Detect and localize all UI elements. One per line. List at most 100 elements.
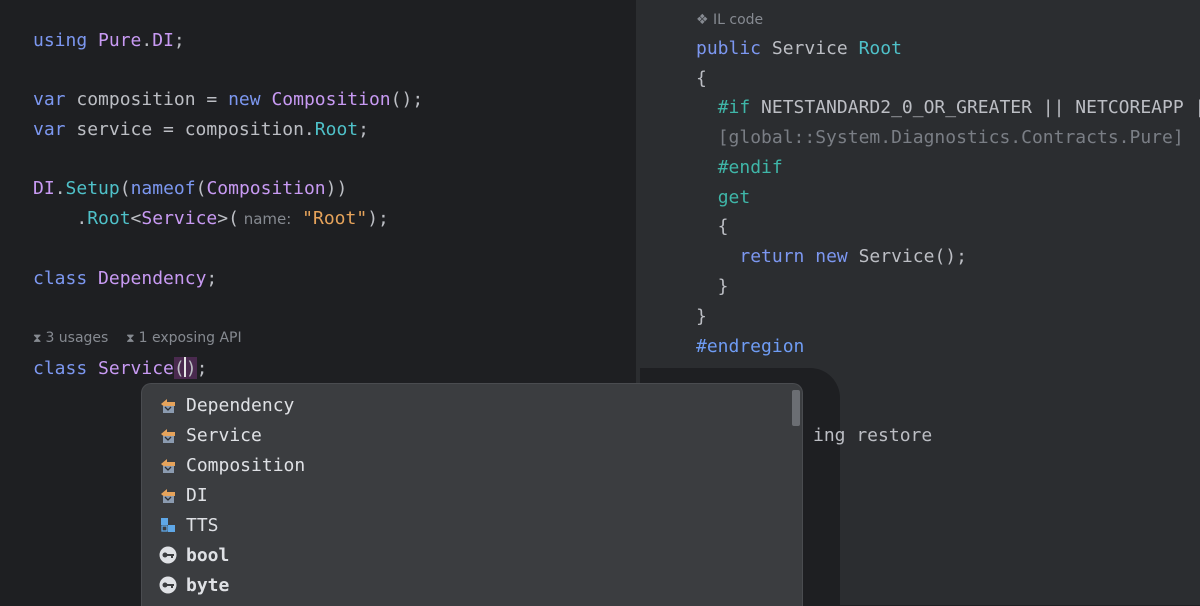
completion-item-label: DI	[186, 484, 208, 506]
punct: ();	[390, 89, 424, 110]
completion-item[interactable]: DI	[142, 480, 802, 510]
preprocessor: #endif	[717, 157, 783, 178]
completion-item[interactable]: TTS	[142, 510, 802, 540]
parameter-hint: name:	[238, 210, 292, 228]
code-text: ing restore	[813, 425, 933, 446]
completion-item[interactable]: Dependency	[142, 390, 802, 420]
code-line-root[interactable]: .Root<Service>( name: "Root");	[33, 208, 389, 229]
completion-item-label: TTS	[186, 514, 219, 536]
il-line: public Service Root	[696, 38, 902, 59]
punct: ;	[206, 268, 218, 289]
attribute: [global::System.Diagnostics.Contracts.Pu…	[717, 127, 1184, 148]
code-line-var-composition[interactable]: var composition = new Composition();	[33, 89, 423, 110]
keyword: class	[33, 358, 88, 379]
hourglass-icon: ⧗	[126, 331, 135, 345]
keyword: return	[739, 246, 805, 267]
code-text: composition =	[65, 89, 229, 110]
property: Root	[314, 119, 359, 140]
il-line: return new Service();	[696, 246, 967, 267]
hourglass-icon: ⧗	[33, 331, 42, 345]
usages-link[interactable]: ⧗ 3 usages	[33, 330, 108, 346]
completion-item[interactable]: byte	[142, 570, 802, 600]
code-line-service[interactable]: class Service();	[33, 357, 207, 379]
code-line-var-service[interactable]: var service = composition.Root;	[33, 119, 369, 140]
completion-item[interactable]: bool	[142, 540, 802, 570]
class-icon	[158, 485, 178, 505]
code-text: NETSTANDARD2_0_OR_GREATER || NETCOREAPP …	[750, 97, 1200, 118]
completion-list[interactable]: Dependency Service Composition DI TTS bool byt…	[142, 384, 802, 600]
keyword-icon	[158, 545, 178, 565]
class-name: Service	[141, 208, 218, 229]
completion-scrollbar[interactable]	[792, 390, 800, 426]
completion-item-label: Composition	[186, 454, 306, 476]
punct: .	[141, 30, 153, 51]
code-text: {	[696, 68, 707, 89]
il-line: #endif	[696, 157, 783, 178]
usages-label: 3 usages	[45, 330, 109, 346]
punct: >(	[217, 208, 239, 229]
il-line: }	[696, 306, 707, 327]
completion-item-label: byte	[186, 574, 230, 596]
preprocessor: #if	[717, 97, 751, 118]
code-text: {	[696, 216, 729, 237]
exposing-api-link[interactable]: ⧗ 1 exposing API	[126, 330, 241, 346]
namespace: Pure	[98, 30, 142, 51]
code-text: service = composition.	[65, 119, 315, 140]
il-line: #endregion	[696, 336, 804, 357]
keyword: var	[33, 119, 66, 140]
il-line-overflow: ing restore	[813, 425, 932, 446]
class-icon	[158, 395, 178, 415]
keyword: using	[33, 30, 99, 51]
completion-item[interactable]: Composition	[142, 450, 802, 480]
keyword-icon	[158, 575, 178, 595]
class-icon	[158, 425, 178, 445]
keyword: nameof	[130, 178, 196, 199]
punct: )	[185, 358, 197, 379]
string-literal: "Root"	[302, 208, 368, 229]
keyword: new	[815, 246, 848, 267]
keyword: public	[696, 38, 762, 59]
punct: (	[119, 178, 131, 199]
keyword: new	[228, 89, 261, 110]
method: Setup	[65, 178, 120, 199]
code-line-dependency[interactable]: class Dependency;	[33, 268, 217, 289]
code-text: .	[33, 208, 88, 229]
code-lens: ⧗ 3 usages ⧗ 1 exposing API	[33, 330, 242, 346]
class-name: Service	[98, 358, 174, 379]
completion-item-label: bool	[186, 544, 230, 566]
il-line: {	[696, 216, 729, 237]
paren-match: ()	[173, 357, 197, 379]
punct: .	[54, 178, 66, 199]
class-name: DI	[33, 178, 55, 199]
keyword: var	[33, 89, 66, 110]
code-text: }	[696, 306, 707, 327]
il-line: [global::System.Diagnostics.Contracts.Pu…	[696, 127, 1184, 148]
exposing-api-label: 1 exposing API	[138, 330, 242, 346]
code-line-using[interactable]: using Pure.DI;	[33, 30, 185, 51]
class-name: Composition	[271, 89, 391, 110]
il-code-label: IL code	[713, 12, 764, 28]
il-code-header: ❖ IL code	[696, 12, 763, 28]
namespace-icon	[158, 515, 178, 535]
completion-item-label: Service	[186, 424, 262, 446]
accessor: get	[717, 187, 751, 208]
method: Root	[87, 208, 131, 229]
il-icon: ❖	[696, 12, 709, 28]
punct: (	[195, 178, 207, 199]
punct: ;	[196, 358, 208, 379]
code-text: Service	[761, 38, 859, 59]
completion-item-label: Dependency	[186, 394, 295, 416]
code-line-setup[interactable]: DI.Setup(nameof(Composition))	[33, 178, 347, 199]
completion-item[interactable]: Service	[142, 420, 802, 450]
punct: ;	[173, 30, 185, 51]
completion-popup[interactable]: Dependency Service Composition DI TTS bool byt…	[141, 383, 803, 606]
punct: ))	[325, 178, 348, 199]
